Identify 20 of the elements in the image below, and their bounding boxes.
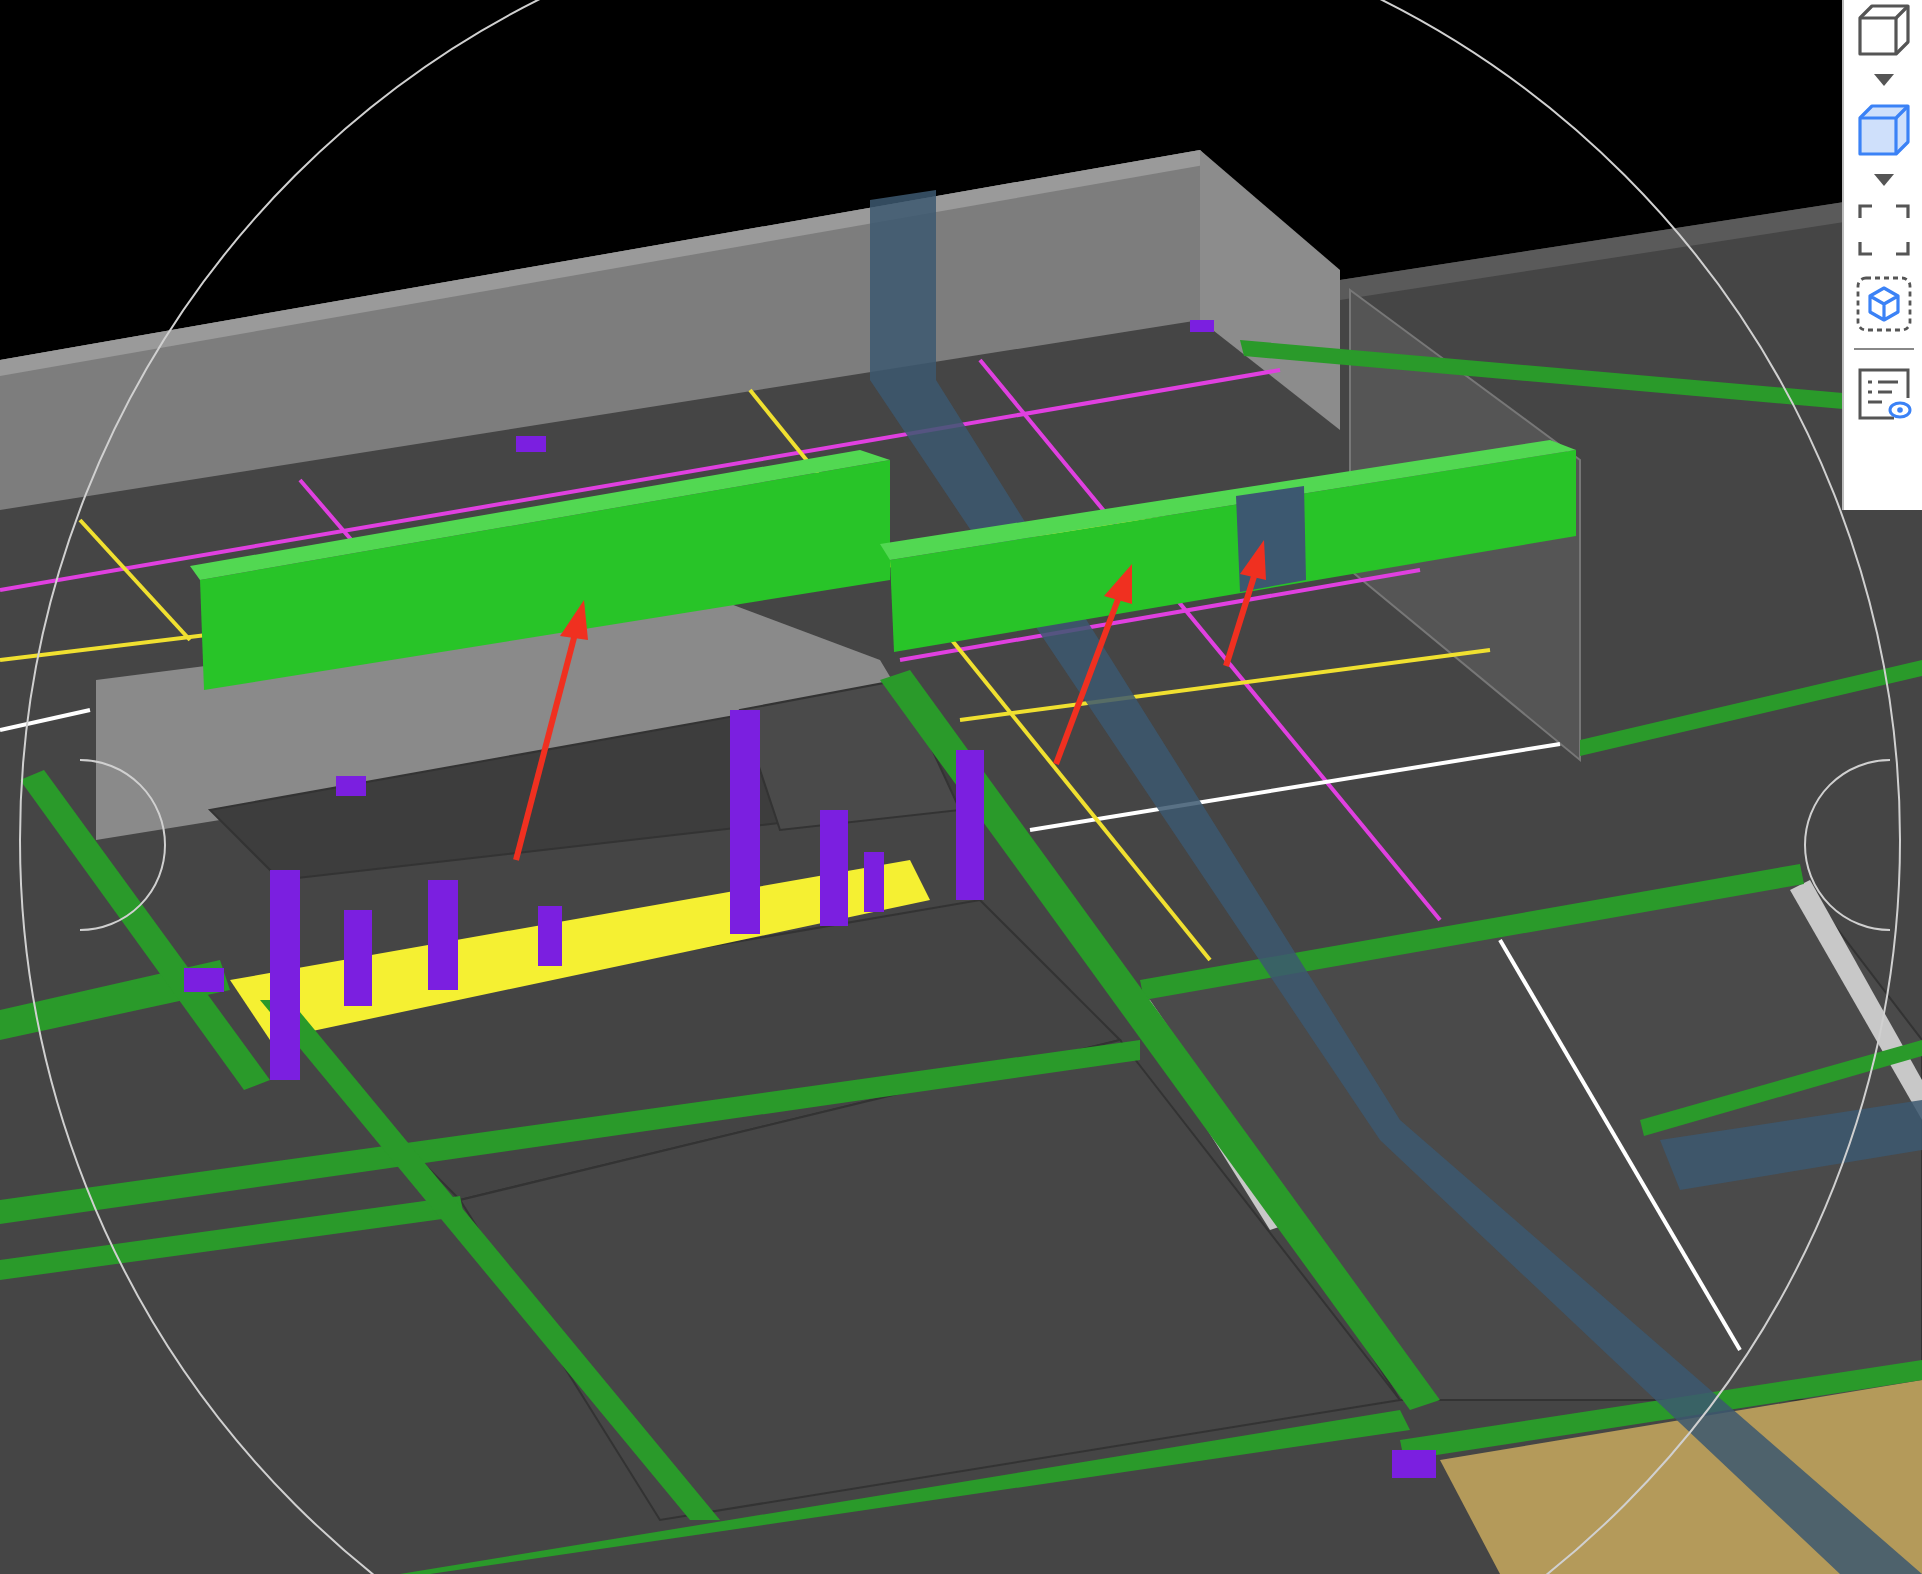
pipe-support bbox=[184, 968, 224, 992]
pipe-support bbox=[1190, 320, 1214, 332]
pipe-support bbox=[864, 852, 884, 912]
pipe-support bbox=[428, 880, 458, 990]
pipe-support bbox=[336, 776, 366, 796]
pipe-support bbox=[538, 906, 562, 966]
pipe-support bbox=[820, 810, 848, 926]
pipe-support bbox=[516, 436, 546, 452]
pipe-support bbox=[1392, 1450, 1436, 1478]
box-select-icon[interactable] bbox=[1853, 200, 1913, 260]
cube-select-icon[interactable] bbox=[1853, 274, 1913, 334]
annotation-arrow bbox=[1223, 540, 1266, 667]
pipe-support bbox=[344, 910, 372, 1006]
orbit-handle[interactable] bbox=[1804, 759, 1891, 931]
cube-view-icon[interactable] bbox=[1853, 100, 1913, 160]
dropdown-caret-icon[interactable] bbox=[1873, 174, 1893, 186]
dropdown-caret-icon[interactable] bbox=[1873, 74, 1893, 86]
properties-icon[interactable] bbox=[1853, 364, 1913, 424]
cube-outline-icon[interactable] bbox=[1853, 0, 1913, 60]
orbit-handle[interactable] bbox=[79, 759, 166, 931]
